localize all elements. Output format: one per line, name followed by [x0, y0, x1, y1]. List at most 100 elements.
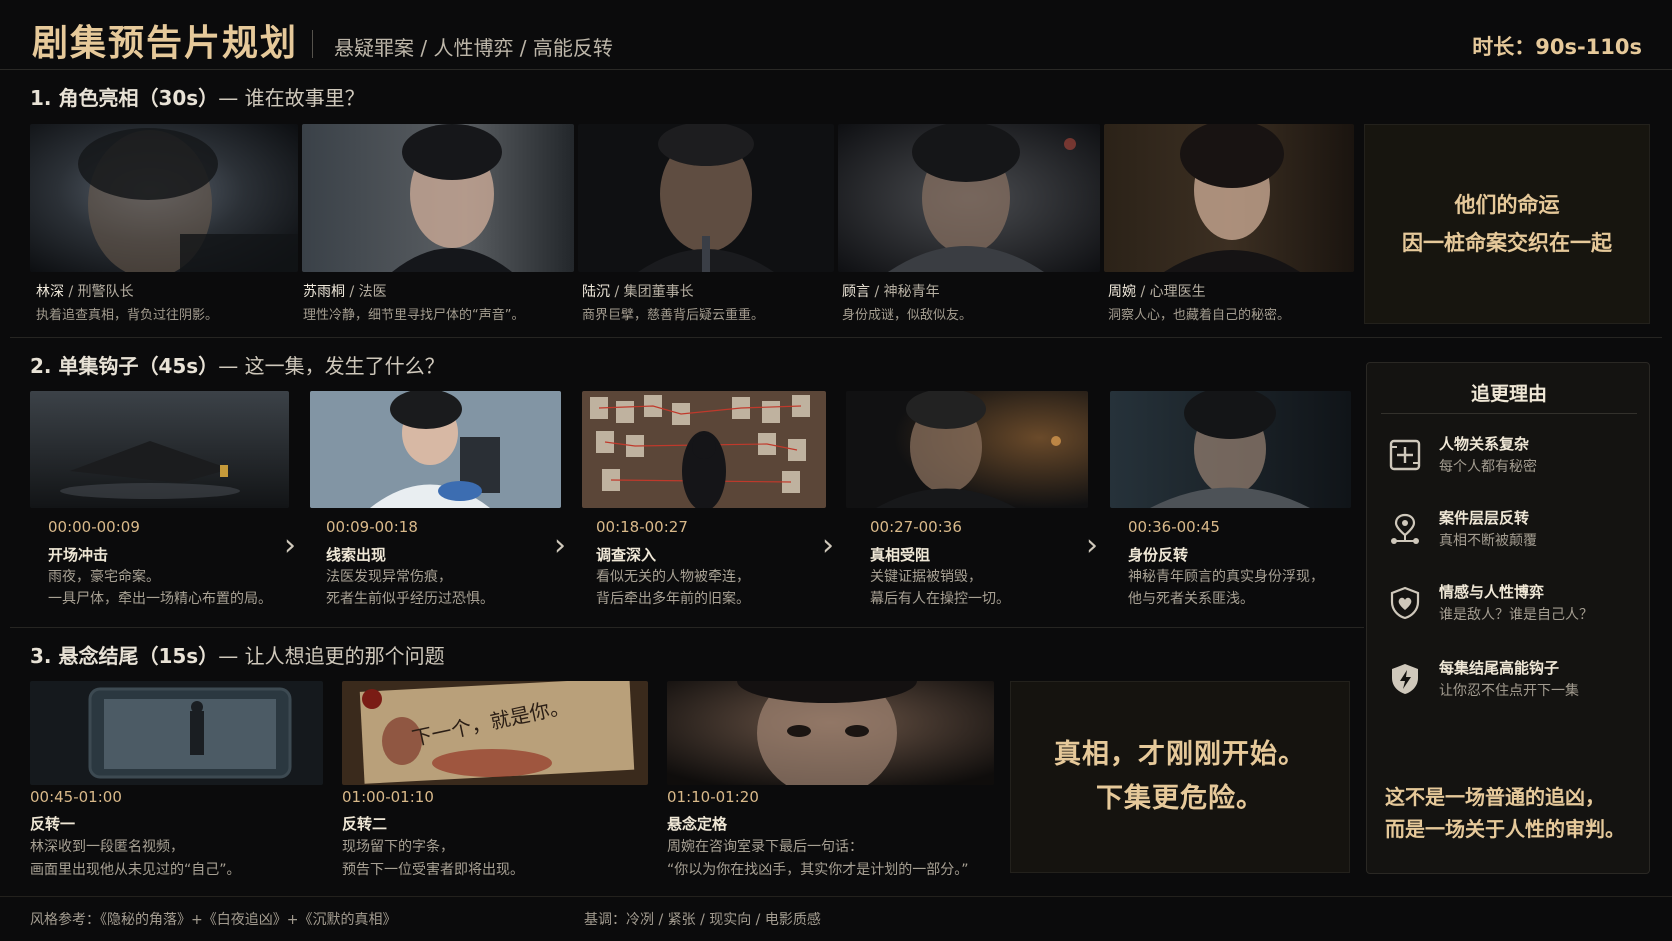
chevron-right-icon: › [554, 528, 566, 563]
character-role: / 法医 [345, 284, 387, 300]
character-photo-linshen[interactable] [30, 124, 298, 272]
section3-question: — 让人想追更的那个问题 [218, 644, 445, 668]
fate-line-1: 他们的命运 [1454, 193, 1560, 217]
truth-callout: 真相，才刚刚开始。 下集更危险。 [1010, 681, 1350, 873]
section2-number: 2. 单集钩子（45s） [30, 354, 219, 378]
section-divider [10, 337, 1662, 338]
character-photo-zhouwan[interactable] [1104, 124, 1354, 272]
heart-shield-icon [1390, 586, 1420, 620]
character-role: / 集团董事长 [610, 284, 694, 300]
character-role: / 神秘青年 [870, 284, 940, 300]
beat-desc-line1: 关键证据被销毁， [870, 569, 982, 585]
character-name: 周婉 [1108, 284, 1136, 300]
network-plus-icon [1389, 439, 1421, 471]
character-name: 陆沉 [582, 284, 610, 300]
reasons-divider [1381, 413, 1637, 414]
beat-desc-line2: 他与死者关系匪浅。 [1128, 591, 1254, 607]
beat-desc-line2: 幕后有人在操控一切。 [870, 591, 1010, 607]
truth-line-2: 下集更危险。 [1096, 783, 1264, 814]
duration-label: 时长：90s-110s [1472, 35, 1642, 59]
character-desc: 身份成谜，似敌似友。 [842, 308, 973, 323]
beat-title: 线索出现 [326, 546, 387, 564]
beat-title: 调查深入 [596, 546, 657, 564]
lightning-shield-icon [1392, 664, 1418, 694]
beat-photo-reveal[interactable] [1110, 391, 1351, 508]
character-caption-guyan: 顾言 / 神秘青年 [842, 281, 940, 301]
beat-time: 00:45-01:00 [30, 788, 122, 806]
character-name: 苏雨桐 [303, 284, 345, 300]
beat-title: 真相受阻 [870, 546, 931, 564]
character-caption-zhouwan: 周婉 / 心理医生 [1108, 281, 1206, 301]
section3-title: 3. 悬念结尾（15s）— 让人想追更的那个问题 [30, 640, 445, 669]
reason-sub: 真相不断被颠覆 [1439, 533, 1537, 549]
beat-title: 反转一 [30, 815, 76, 833]
character-photo-luchen[interactable] [578, 124, 834, 272]
reason-title: 案件层层反转 [1439, 509, 1530, 527]
reason-item-hooks: 每集结尾高能钩子 让你忍不住点开下一集 [1387, 657, 1637, 707]
character-role: / 刑警队长 [64, 284, 134, 300]
reason-title: 情感与人性博弈 [1439, 583, 1545, 601]
reason-sub: 每个人都有秘密 [1439, 459, 1537, 475]
reason-item-relations: 人物关系复杂 每个人都有秘密 [1387, 433, 1637, 483]
style-reference: 风格参考：《隐秘的角落》+《白夜追凶》+《沉默的真相》 [30, 912, 397, 928]
character-name: 顾言 [842, 284, 870, 300]
location-network-icon [1391, 513, 1419, 544]
character-desc: 理性冷静，细节里寻找尸体的“声音”。 [303, 308, 525, 323]
reasons-panel: 追更理由 人物关系复杂 每个人都有秘密 案件层层反转 真相不断被颠覆 情感与人性… [1366, 362, 1650, 874]
character-desc: 执着追查真相，背负过往阴影。 [36, 308, 219, 323]
title-divider [312, 30, 313, 58]
beat-time: 01:00-01:10 [342, 788, 434, 806]
ending-photo-zhouwan[interactable] [667, 681, 994, 785]
character-role: / 心理医生 [1136, 284, 1206, 300]
chevron-right-icon: › [284, 528, 296, 563]
beat-desc-line2: “你以为你在找凶手，其实你才是计划的一部分。” [667, 862, 969, 878]
fate-line-2: 因一桩命案交织在一起 [1402, 231, 1612, 255]
reason-item-twists: 案件层层反转 真相不断被颠覆 [1387, 507, 1637, 557]
ending-photo-note[interactable]: 下一个，就是你。 [342, 681, 648, 785]
beat-title: 身份反转 [1128, 546, 1189, 564]
beat-desc-line1: 法医发现异常伤痕， [326, 569, 452, 585]
character-caption-luchen: 陆沉 / 集团董事长 [582, 281, 694, 301]
reason-sub: 让你忍不住点开下一集 [1439, 683, 1579, 699]
beat-photo-obstruction[interactable] [846, 391, 1088, 508]
beat-desc-line1: 周婉在咨询室录下最后一句话： [667, 839, 863, 855]
character-photo-guyan[interactable] [838, 124, 1100, 272]
beat-desc-line2: 一具尸体，牵出一场精心布置的局。 [48, 591, 272, 607]
ending-photo-video[interactable] [30, 681, 323, 785]
section1-title: 1. 角色亮相（30s）— 谁在故事里？ [30, 82, 365, 111]
page-title: 剧集预告片规划 [32, 23, 299, 64]
beat-desc-line1: 神秘青年顾言的真实身份浮现， [1128, 569, 1324, 585]
reasons-title: 追更理由 [1470, 383, 1547, 405]
beat-photo-opening[interactable] [30, 391, 289, 508]
beat-desc-line2: 画面里出现他从未见过的“自己”。 [30, 862, 241, 878]
section3-number: 3. 悬念结尾（15s） [30, 644, 219, 668]
reason-title: 每集结尾高能钩子 [1439, 659, 1560, 677]
chevron-right-icon: › [1086, 528, 1098, 563]
beat-time: 01:10-01:20 [667, 788, 759, 806]
truth-line-1: 真相，才刚刚开始。 [1054, 739, 1306, 770]
section1-number: 1. 角色亮相（30s） [30, 86, 219, 110]
section1-question: — 谁在故事里？ [218, 86, 365, 110]
verdict-text: 这不是一场普通的追凶， 而是一场关于人性的审判。 [1385, 781, 1645, 845]
character-caption-linshen: 林深 / 刑警队长 [36, 281, 134, 301]
reason-sub: 谁是敌人？谁是自己人？ [1439, 607, 1593, 623]
beat-title: 悬念定格 [667, 815, 728, 833]
section2-title: 2. 单集钩子（45s）— 这一集，发生了什么？ [30, 350, 445, 379]
beat-desc-line2: 死者生前似乎经历过恐惧。 [326, 591, 494, 607]
section-divider [10, 627, 1364, 628]
character-photo-suyutong[interactable] [302, 124, 574, 272]
beat-photo-investigation[interactable] [582, 391, 826, 508]
section2-question: — 这一集，发生了什么？ [218, 354, 445, 378]
header-bar: 剧集预告片规划 悬疑罪案 / 人性博弈 / 高能反转 时长：90s-110s [0, 0, 1672, 70]
beat-desc-line1: 现场留下的字条， [342, 839, 454, 855]
beat-photo-clue[interactable] [310, 391, 561, 508]
footer-bar: 风格参考：《隐秘的角落》+《白夜追凶》+《沉默的真相》 基调：冷冽 / 紧张 /… [0, 896, 1672, 941]
genre-subtitle: 悬疑罪案 / 人性博弈 / 高能反转 [334, 36, 613, 60]
beat-desc-line1: 林深收到一段匿名视频， [30, 839, 184, 855]
character-name: 林深 [36, 284, 64, 300]
beat-desc-line1: 看似无关的人物被牵连， [596, 569, 750, 585]
beat-title: 开场冲击 [48, 546, 109, 564]
beat-time: 00:09-00:18 [326, 518, 418, 536]
beat-title: 反转二 [342, 815, 388, 833]
chevron-right-icon: › [822, 528, 834, 563]
